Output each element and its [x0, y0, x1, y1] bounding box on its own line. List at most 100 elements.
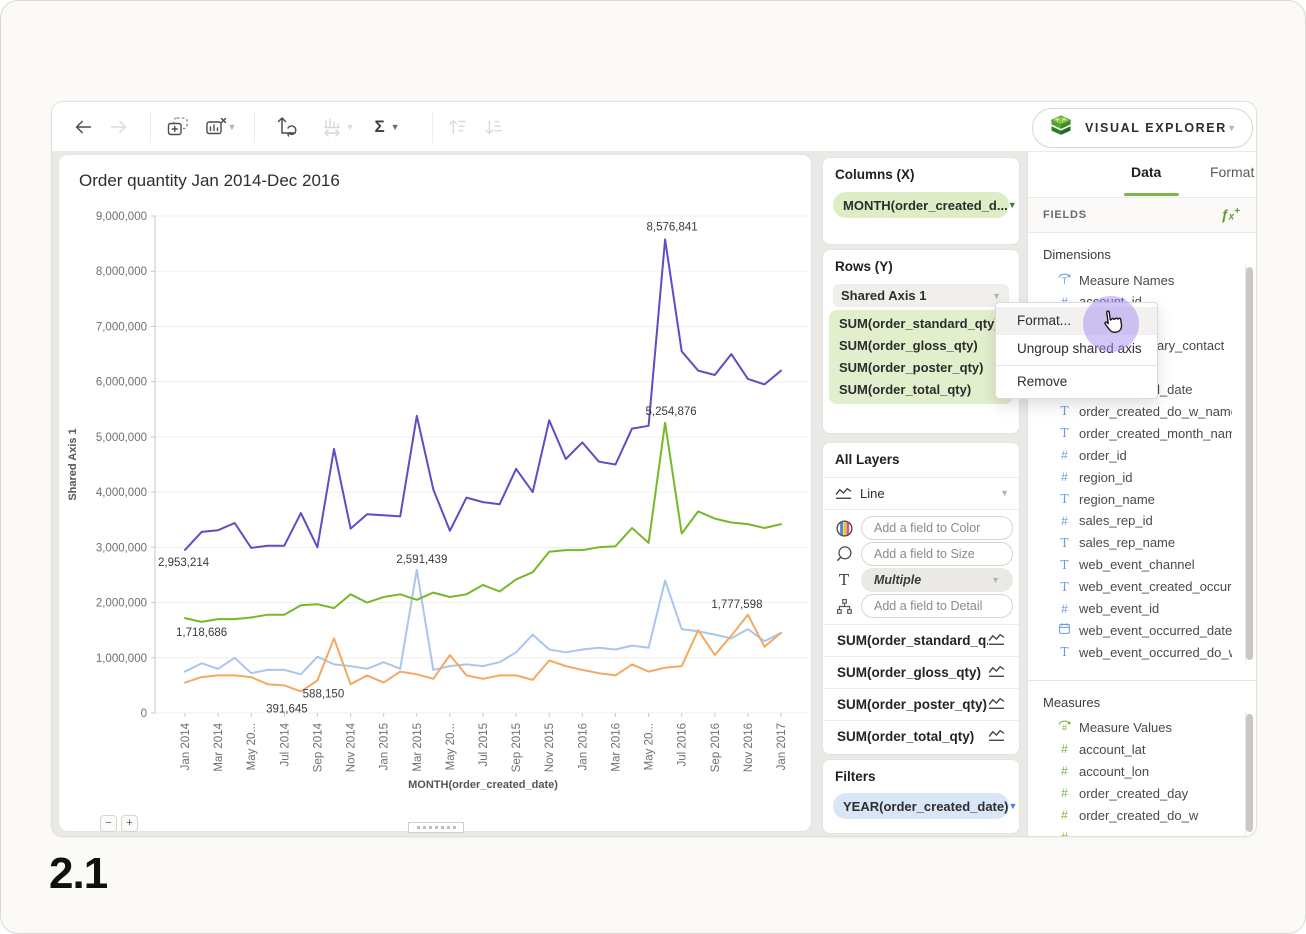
toolbar: ▼ ▼ Σ ▼: [52, 102, 1256, 152]
sort-ascending-button: [440, 110, 474, 144]
field-label: order_created_day: [1079, 786, 1188, 801]
field-item[interactable]: web_event_occurred_date: [1056, 619, 1232, 641]
click-indicator: [1083, 296, 1139, 352]
line-mark-icon: [988, 633, 1005, 646]
field-label: web_event_channel: [1079, 557, 1195, 572]
data-point-label: 2,591,439: [396, 554, 447, 566]
columns-panel-title: Columns (X): [835, 167, 915, 182]
row-field-pill[interactable]: SUM(order_gloss_qty): [829, 335, 1013, 357]
detail-shelf-icon: [836, 598, 853, 615]
screenshot-frame: ▼ ▼ Σ ▼: [0, 0, 1306, 934]
layer-measure-row[interactable]: SUM(order_gloss_qty): [823, 656, 1019, 688]
field-label: sales_rep_name: [1079, 535, 1175, 550]
menu-item-remove[interactable]: Remove: [996, 368, 1157, 396]
tab-data[interactable]: Data: [1131, 164, 1161, 180]
swap-axes-icon: [275, 115, 299, 139]
field-item[interactable]: Torder_created_do_w_name: [1056, 400, 1232, 422]
field-label: web_event_id: [1079, 601, 1159, 616]
number-field-icon: #: [1056, 786, 1073, 800]
x-tick-label: Jan 2015: [379, 723, 391, 770]
layer-measure-row[interactable]: SUM(order_poster_qty): [823, 688, 1019, 720]
shelf-dropzone-detail[interactable]: Add a field to Detail: [861, 594, 1013, 618]
field-label: order_created_do_w: [1079, 808, 1198, 823]
x-tick-label: Jan 2014: [180, 722, 192, 770]
line-mark-icon: [988, 665, 1005, 678]
calculated-field-icon[interactable]: ƒx+: [1221, 206, 1240, 223]
field-label: web_event_occurred_do_w_na...: [1079, 645, 1232, 660]
text-field-icon: T: [1056, 645, 1073, 659]
field-item[interactable]: #web_event_id: [1056, 598, 1232, 620]
shelf-dropzone-color[interactable]: Add a field to Color: [861, 516, 1013, 540]
field-item[interactable]: Tweb_event_created_occurred...: [1056, 576, 1232, 598]
field-item[interactable]: #order_created_do_w: [1056, 804, 1232, 826]
series-line: [185, 239, 781, 550]
field-item[interactable]: #region_id: [1056, 466, 1232, 488]
layer-measure-row[interactable]: SUM(order_standard_q...: [823, 624, 1019, 656]
filter-field-label: YEAR(order_created_date): [843, 799, 1008, 814]
rows-panel-title: Rows (Y): [835, 259, 893, 274]
all-layers-title: All Layers: [835, 452, 900, 467]
duplicate-chart-button[interactable]: [161, 110, 195, 144]
sort-descending-icon: [482, 116, 504, 138]
mark-type-dropdown[interactable]: Line ▼: [835, 481, 1009, 505]
field-item[interactable]: #sales_rep_id: [1056, 510, 1232, 532]
y-axis-title: Shared Axis 1: [67, 428, 79, 500]
filter-field-pill[interactable]: YEAR(order_created_date) ▼: [833, 793, 1009, 819]
field-item[interactable]: Tsales_rep_name: [1056, 532, 1232, 554]
toolbar-divider: [150, 111, 151, 143]
row-field-pill[interactable]: SUM(order_standard_qty): [829, 313, 1013, 335]
zoom-in-button[interactable]: +: [121, 815, 138, 832]
redo-button: [102, 110, 136, 144]
figure-caption: 2.1: [49, 849, 107, 899]
field-item[interactable]: Tregion_name: [1056, 488, 1232, 510]
shared-axis-dropdown[interactable]: Shared Axis 1 ▼: [833, 284, 1009, 307]
arrow-left-icon: [72, 116, 94, 138]
zoom-out-button[interactable]: −: [100, 815, 117, 832]
field-item[interactable]: #Measure Values: [1056, 716, 1232, 738]
data-point-label: 1,718,686: [176, 627, 227, 639]
rows-panel: Rows (Y) Shared Axis 1 ▼ SUM(order_stand…: [822, 249, 1020, 434]
swap-axes-button[interactable]: [270, 110, 304, 144]
resize-handle[interactable]: [408, 822, 464, 833]
field-label: web_event_occurred_date: [1079, 623, 1232, 638]
remove-chart-button[interactable]: ▼: [196, 110, 244, 144]
y-tick-label: 0: [141, 708, 147, 720]
dimensions-label: Dimensions: [1043, 247, 1111, 262]
hand-cursor-icon: [1095, 306, 1129, 340]
field-item[interactable]: #: [1056, 826, 1232, 837]
shelf-value-text[interactable]: Multiple▼: [861, 568, 1013, 592]
svg-text:T: T: [1062, 276, 1068, 286]
undo-button[interactable]: [66, 110, 100, 144]
line-mark-icon: [835, 487, 852, 500]
visual-explorer-button[interactable]: VISUAL EXPLORER ▼: [1032, 108, 1253, 148]
field-item[interactable]: # order_created_day: [1056, 782, 1232, 804]
dimensions-scrollbar-thumb[interactable]: [1246, 267, 1253, 660]
shelf-dropzone-size[interactable]: Add a field to Size: [861, 542, 1013, 566]
layer-measure-row[interactable]: SUM(order_total_qty): [823, 720, 1019, 752]
x-tick-label: Sep 2014: [312, 722, 324, 772]
tab-format[interactable]: Format: [1210, 164, 1254, 180]
field-item[interactable]: #account_lat: [1056, 738, 1232, 760]
fields-header-bar: FIELDS ƒx+: [1028, 197, 1257, 233]
text-field-icon: T: [1056, 580, 1073, 594]
field-item[interactable]: TMeasure Names: [1056, 269, 1232, 291]
field-item[interactable]: Tweb_event_occurred_do_w_na...: [1056, 641, 1232, 663]
series-line: [185, 615, 781, 692]
shelf-row-text: TMultiple▼: [829, 567, 1013, 593]
histogram-icon: [322, 115, 346, 139]
chevron-down-icon: ▼: [1008, 801, 1017, 811]
line-mark-icon: [988, 729, 1005, 742]
field-label: Measure Values: [1079, 720, 1172, 735]
aggregate-button[interactable]: Σ ▼: [365, 110, 409, 144]
x-tick-label: Jan 2017: [776, 723, 788, 770]
field-item[interactable]: Tweb_event_channel: [1056, 554, 1232, 576]
x-axis-title: MONTH(order_created_date): [408, 779, 558, 791]
row-field-pill[interactable]: SUM(order_poster_qty): [829, 357, 1013, 379]
measures-scrollbar-thumb[interactable]: [1246, 714, 1253, 832]
data-point-label: 8,576,841: [647, 221, 698, 233]
row-field-pill[interactable]: SUM(order_total_qty): [829, 379, 1013, 401]
columns-field-pill[interactable]: MONTH(order_created_d... ▼: [833, 192, 1009, 218]
field-item[interactable]: Torder_created_month_name: [1056, 422, 1232, 444]
field-item[interactable]: #account_lon: [1056, 760, 1232, 782]
field-item[interactable]: #order_id: [1056, 444, 1232, 466]
